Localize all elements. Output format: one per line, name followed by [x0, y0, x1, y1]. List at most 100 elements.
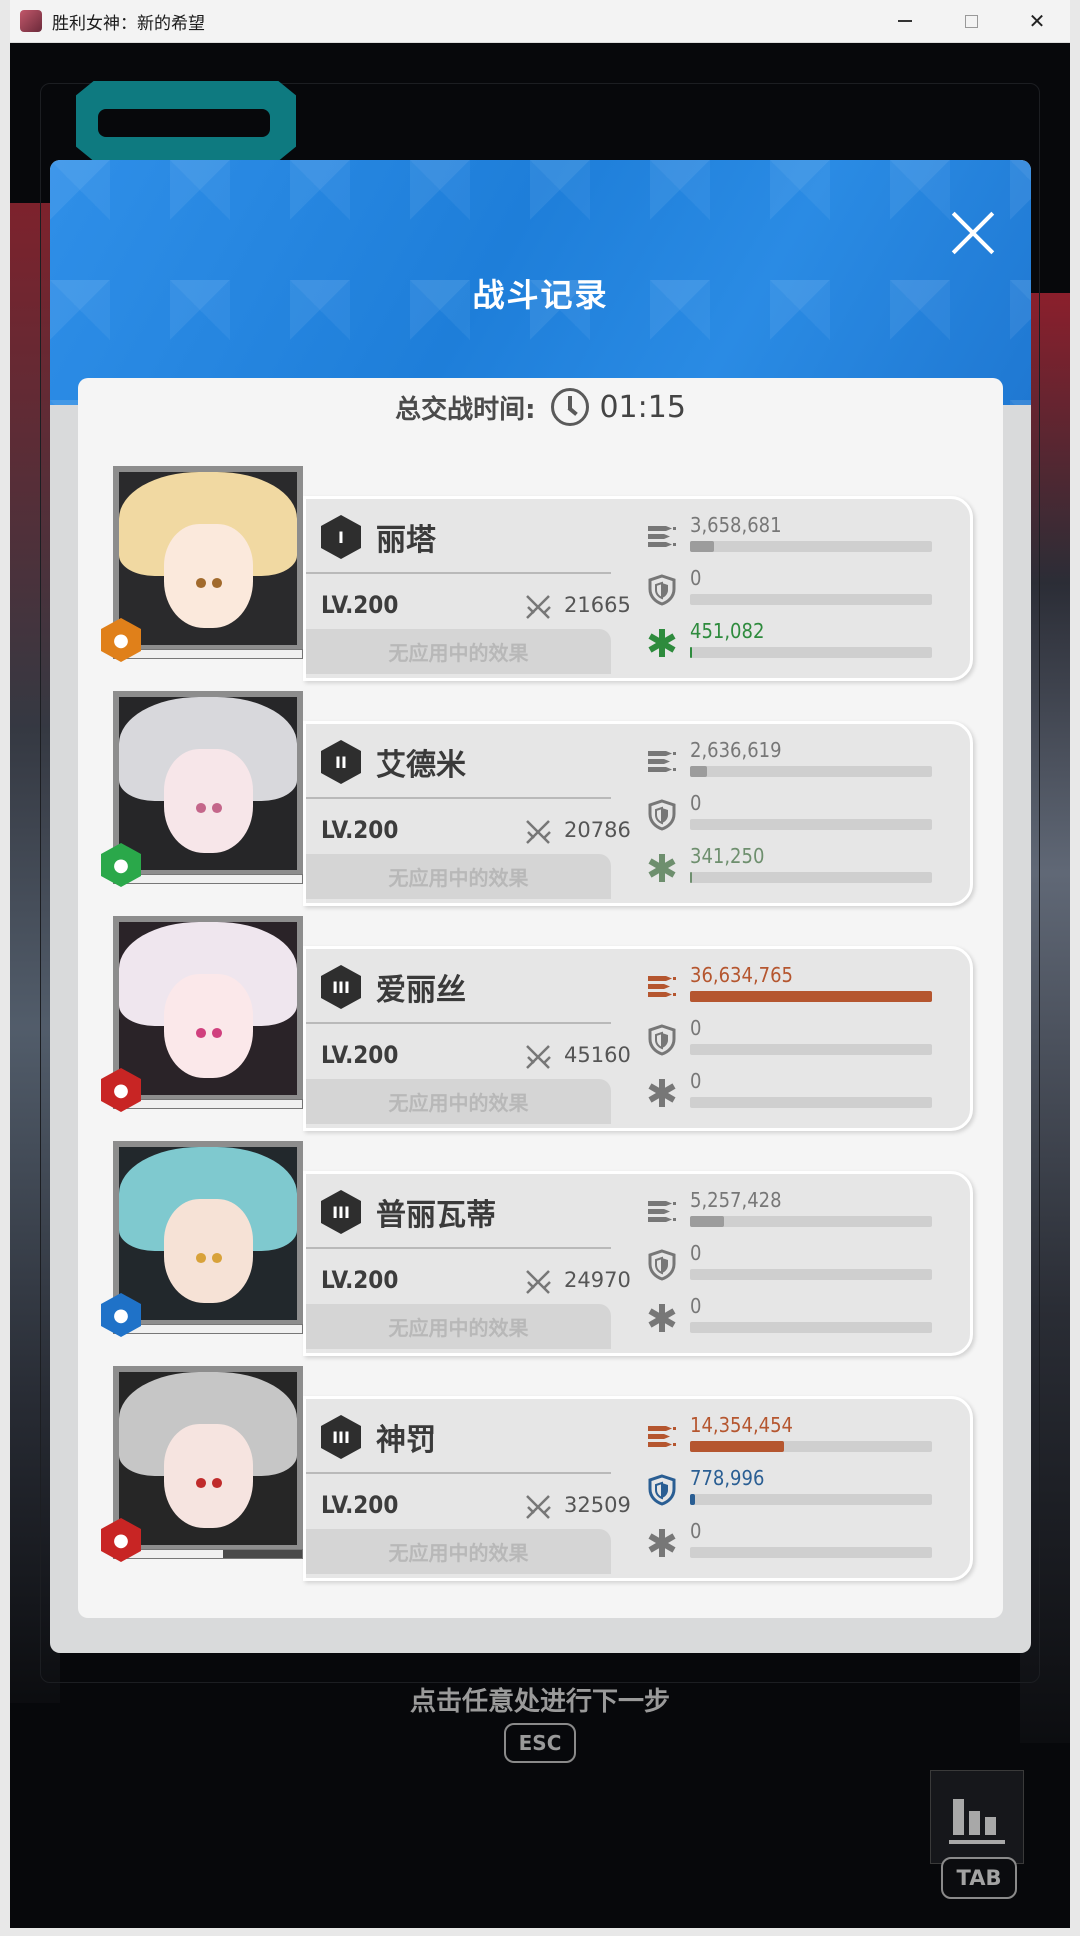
stats-group: 2,636,619 0 341,250 [646, 734, 946, 893]
heal-stat: 0 [646, 1515, 946, 1568]
hp-bar [113, 649, 303, 659]
shield-bar [690, 1044, 932, 1055]
minimize-button[interactable] [872, 0, 938, 43]
heal-asterisk-icon [648, 1304, 676, 1332]
portrait-face [163, 523, 253, 628]
divider [306, 1472, 611, 1474]
character-row[interactable]: ● II 艾德米 LV.200 20786 无应用中的效果 2,636,619 [101, 681, 978, 906]
character-row[interactable]: ● III 普丽瓦蒂 LV.200 24970 无应用中的效果 5,257,42… [101, 1131, 978, 1356]
shield-bar [690, 1494, 932, 1505]
damage-stat: 2,636,619 [646, 734, 946, 787]
shield-stat: 0 [646, 787, 946, 840]
damage-stat: 36,634,765 [646, 959, 946, 1012]
shield-value: 0 [690, 1241, 702, 1265]
dialog-title: 战斗记录 [472, 276, 609, 314]
combat-power: 21665 [564, 593, 631, 617]
battle-record-dialog: 战斗记录 总交战时间: 01:15 ● I 丽塔 LV.200 21665 无应… [50, 160, 1031, 1653]
portrait-face [163, 748, 253, 853]
battle-time-value: 01:15 [599, 389, 686, 425]
heal-bar [690, 1322, 932, 1333]
crossed-swords-icon [526, 820, 551, 844]
character-card: III 普丽瓦蒂 LV.200 24970 无应用中的效果 5,257,428 [303, 1171, 973, 1356]
character-row[interactable]: ● III 爱丽丝 LV.200 45160 无应用中的效果 36,634,76… [101, 906, 978, 1131]
window-titlebar: 胜利女神：新的希望 ✕ [10, 0, 1070, 43]
character-name: 神罚 [376, 1423, 436, 1458]
statistics-button[interactable] [930, 1770, 1024, 1864]
character-portrait [113, 466, 303, 659]
rank-badge: III [321, 965, 361, 1009]
crossed-swords-icon [526, 1270, 551, 1294]
dialog-header: 战斗记录 [50, 160, 1031, 405]
shield-bar [690, 594, 932, 605]
character-name: 爱丽丝 [376, 973, 466, 1008]
damage-value: 2,636,619 [690, 738, 782, 762]
portrait-face [163, 1423, 253, 1528]
crossed-swords-icon [526, 595, 551, 619]
heal-bar [690, 872, 932, 883]
heal-asterisk-icon [648, 1079, 676, 1107]
damage-bar [690, 991, 932, 1002]
divider [306, 797, 611, 799]
stats-group: 36,634,765 0 0 [646, 959, 946, 1118]
stats-group: 5,257,428 0 0 [646, 1184, 946, 1343]
heal-stat: 0 [646, 1290, 946, 1343]
bullets-icon [648, 976, 676, 997]
rank-badge: III [321, 1190, 361, 1234]
character-row[interactable]: ● I 丽塔 LV.200 21665 无应用中的效果 3,658,681 0 … [101, 456, 978, 681]
damage-bar [690, 766, 932, 777]
portrait-face [163, 973, 253, 1078]
tab-key-button[interactable]: TAB [941, 1857, 1017, 1899]
clock-icon [551, 388, 590, 426]
damage-stat: 5,257,428 [646, 1184, 946, 1237]
app-icon [20, 10, 42, 32]
divider [306, 1247, 611, 1249]
shield-icon [648, 1474, 676, 1506]
combat-power: 20786 [564, 818, 631, 842]
character-level: LV.200 [321, 1266, 399, 1294]
divider [306, 1022, 611, 1024]
close-dialog-button[interactable] [949, 210, 995, 256]
rank-badge: I [321, 515, 361, 559]
shield-value: 0 [690, 1016, 702, 1040]
esc-key-button[interactable]: ESC [504, 1723, 576, 1763]
character-portrait [113, 691, 303, 884]
heal-bar [690, 1097, 932, 1108]
character-card: III 爱丽丝 LV.200 45160 无应用中的效果 36,634,765 [303, 946, 973, 1131]
heal-value: 451,082 [690, 619, 765, 643]
heal-value: 0 [690, 1294, 702, 1318]
effects-status: 无应用中的效果 [306, 854, 611, 899]
hp-bar [113, 1324, 303, 1334]
game-area[interactable]: 战斗记录 总交战时间: 01:15 ● I 丽塔 LV.200 21665 无应… [10, 43, 1070, 1928]
character-card: I 丽塔 LV.200 21665 无应用中的效果 3,658,681 0 45… [303, 496, 973, 681]
hp-bar [113, 1099, 303, 1109]
character-row[interactable]: ● III 神罚 LV.200 32509 无应用中的效果 14,354,454 [101, 1356, 978, 1581]
effects-status: 无应用中的效果 [306, 629, 611, 674]
crossed-swords-icon [526, 1495, 551, 1519]
close-window-button[interactable]: ✕ [1004, 0, 1070, 43]
rank-badge: III [321, 1415, 361, 1459]
stats-group: 14,354,454 778,996 0 [646, 1409, 946, 1568]
effects-status: 无应用中的效果 [306, 1529, 611, 1574]
damage-value: 5,257,428 [690, 1188, 782, 1212]
battle-time: 总交战时间: 01:15 [78, 388, 1003, 426]
heal-bar [690, 647, 932, 658]
damage-stat: 14,354,454 [646, 1409, 946, 1462]
maximize-button[interactable] [938, 0, 1004, 43]
character-card: III 神罚 LV.200 32509 无应用中的效果 14,354,454 7… [303, 1396, 973, 1581]
minimize-icon [898, 20, 912, 22]
window-title: 胜利女神：新的希望 [52, 13, 205, 34]
background-tab [76, 81, 296, 161]
heal-value: 341,250 [690, 844, 765, 868]
stats-group: 3,658,681 0 451,082 [646, 509, 946, 668]
character-portrait [113, 1366, 303, 1559]
heal-asterisk-icon [648, 854, 676, 882]
next-step-hint[interactable]: 点击任意处进行下一步 [10, 1681, 1070, 1718]
hp-bar [113, 1549, 303, 1559]
damage-bar [690, 1216, 932, 1227]
effects-status: 无应用中的效果 [306, 1079, 611, 1124]
shield-stat: 0 [646, 1012, 946, 1065]
damage-value: 14,354,454 [690, 1413, 793, 1437]
character-card: II 艾德米 LV.200 20786 无应用中的效果 2,636,619 0 … [303, 721, 973, 906]
heal-stat: 451,082 [646, 615, 946, 668]
combat-power: 32509 [564, 1493, 631, 1517]
